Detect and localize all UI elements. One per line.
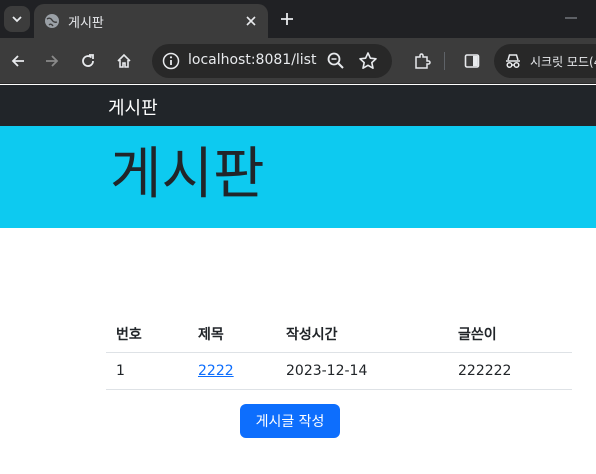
tab-title: 게시판 bbox=[68, 16, 104, 31]
table-row: 1 2222 2023-12-14 222222 bbox=[106, 352, 572, 390]
reload-button[interactable] bbox=[76, 49, 100, 73]
forward-button[interactable] bbox=[40, 49, 64, 73]
info-icon bbox=[162, 52, 180, 70]
site-info-button[interactable] bbox=[160, 50, 182, 72]
home-icon bbox=[117, 53, 131, 68]
cell-created-time: 2023-12-14 bbox=[276, 352, 448, 390]
write-post-button[interactable]: 게시글 작성 bbox=[240, 404, 340, 438]
browser-toolbar: localhost:8081/list 시크릿 모드(4 bbox=[0, 38, 596, 84]
puzzle-icon bbox=[415, 53, 431, 69]
extensions-button[interactable] bbox=[410, 49, 434, 73]
header-title: 제목 bbox=[188, 316, 276, 353]
navbar: 게시판 bbox=[0, 85, 596, 126]
bookmark-star-icon[interactable] bbox=[358, 51, 378, 71]
post-title-link[interactable]: 2222 bbox=[198, 363, 234, 379]
navbar-brand[interactable]: 게시판 bbox=[108, 94, 158, 120]
address-bar[interactable]: localhost:8081/list bbox=[152, 44, 392, 78]
chevron-down-icon bbox=[12, 16, 22, 23]
hero-banner: 게시판 bbox=[0, 126, 596, 228]
arrow-right-icon bbox=[46, 55, 59, 67]
zoom-icon[interactable] bbox=[326, 51, 346, 71]
back-button[interactable] bbox=[6, 49, 30, 73]
home-button[interactable] bbox=[112, 49, 136, 73]
tab-search-button[interactable] bbox=[4, 6, 30, 32]
side-panel-button[interactable] bbox=[460, 49, 484, 73]
reload-icon bbox=[82, 54, 94, 67]
plus-icon bbox=[281, 13, 293, 25]
header-author: 글쓴이 bbox=[448, 316, 572, 353]
incognito-label: 시크릿 모드(4 bbox=[530, 55, 596, 69]
table-header-row: 번호 제목 작성시간 글쓴이 bbox=[106, 316, 572, 353]
cell-author: 222222 bbox=[448, 352, 572, 390]
arrow-left-icon bbox=[11, 55, 24, 67]
window-minimize-button[interactable] bbox=[556, 8, 586, 28]
header-created-time: 작성시간 bbox=[276, 316, 448, 353]
minimize-icon bbox=[565, 17, 577, 19]
browser-tab-strip: 게시판 bbox=[0, 0, 596, 38]
incognito-icon bbox=[506, 54, 520, 69]
cell-title: 2222 bbox=[188, 352, 276, 390]
url-host: localhost bbox=[188, 52, 251, 68]
post-table: 번호 제목 작성시간 글쓴이 1 2222 2023-12-14 222222 bbox=[106, 316, 572, 390]
tab-close-button[interactable] bbox=[242, 12, 260, 30]
header-number: 번호 bbox=[106, 316, 188, 353]
new-tab-button[interactable] bbox=[276, 8, 298, 30]
page-title: 게시판 bbox=[110, 142, 265, 207]
globe-icon bbox=[45, 14, 59, 28]
cell-number: 1 bbox=[106, 352, 188, 390]
browser-tab[interactable]: 게시판 bbox=[34, 4, 268, 38]
close-icon bbox=[246, 16, 256, 26]
side-panel-icon bbox=[464, 54, 480, 68]
url-text: localhost:8081/list bbox=[188, 52, 316, 68]
url-path: :8081/list bbox=[250, 52, 317, 68]
incognito-indicator[interactable]: 시크릿 모드(4 bbox=[494, 44, 596, 78]
toolbar-divider bbox=[444, 52, 445, 70]
